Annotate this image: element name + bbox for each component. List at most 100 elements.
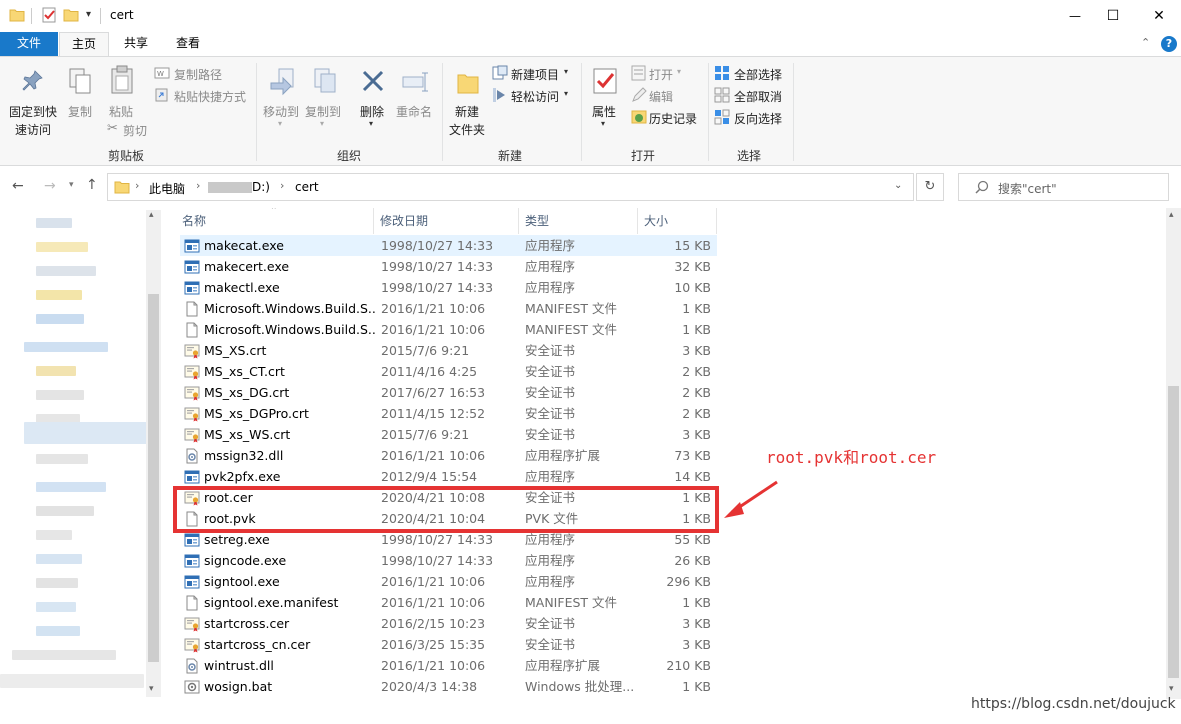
file-row[interactable]: Microsoft.Windows.Build.S... 2016/1/21 10… bbox=[180, 319, 717, 340]
column-divider[interactable] bbox=[716, 208, 717, 234]
scroll-down-icon[interactable]: ▾ bbox=[149, 684, 154, 694]
breadcrumb-this-pc[interactable]: 此电脑 bbox=[149, 180, 185, 197]
copy-to-button[interactable]: 复制到 ▾ bbox=[303, 61, 345, 139]
blurred-nav-item[interactable] bbox=[0, 674, 144, 688]
file-list-scrollbar[interactable]: ▴ ▾ bbox=[1166, 208, 1181, 699]
invert-selection-button[interactable]: 反向选择 bbox=[714, 109, 790, 127]
back-arrow-icon[interactable]: ← bbox=[12, 178, 24, 194]
up-arrow-icon[interactable]: ↑ bbox=[86, 177, 98, 193]
file-row[interactable]: makectl.exe 1998/10/27 14:33 应用程序 10 KB bbox=[180, 277, 717, 298]
navigation-pane[interactable]: ▴ ▾ bbox=[0, 208, 162, 699]
address-bar[interactable]: › 此电脑 › D:) › cert ⌄ bbox=[107, 173, 914, 201]
scroll-thumb[interactable] bbox=[148, 294, 159, 662]
blurred-nav-item[interactable] bbox=[12, 650, 116, 660]
file-type: 应用程序 bbox=[525, 280, 576, 295]
properties-quick-icon[interactable] bbox=[41, 7, 57, 23]
blurred-nav-item[interactable] bbox=[36, 266, 96, 276]
rename-button[interactable]: 重命名 bbox=[394, 61, 436, 139]
select-all-button[interactable]: 全部选择 bbox=[714, 65, 790, 83]
paste-button[interactable]: 粘贴 bbox=[104, 61, 140, 119]
column-header-name[interactable]: 名称 bbox=[176, 208, 372, 234]
blurred-nav-item[interactable] bbox=[24, 342, 108, 352]
blurred-nav-item[interactable] bbox=[36, 454, 88, 464]
file-row[interactable]: MS_xs_CT.crt 2011/4/16 4:25 安全证书 2 KB bbox=[180, 361, 717, 382]
blurred-nav-item[interactable] bbox=[36, 626, 80, 636]
easy-access-button[interactable]: 轻松访问 ▾ bbox=[492, 87, 578, 105]
tab-view[interactable]: 查看 bbox=[164, 32, 212, 56]
file-row[interactable]: mssign32.dll 2016/1/21 10:06 应用程序扩展 73 KB bbox=[180, 445, 717, 466]
properties-button[interactable]: 属性 ▾ bbox=[586, 61, 624, 139]
column-header-type[interactable]: 类型 bbox=[519, 208, 637, 234]
new-item-button[interactable]: 新建项目 ▾ bbox=[492, 65, 578, 83]
maximize-button[interactable]: ☐ bbox=[1090, 4, 1136, 28]
copy-path-button[interactable]: W 复制路径 bbox=[154, 65, 254, 83]
forward-arrow-icon[interactable]: → bbox=[44, 178, 56, 194]
blurred-nav-item[interactable] bbox=[36, 314, 84, 324]
paste-shortcut-button[interactable]: 粘贴快捷方式 bbox=[154, 87, 254, 105]
blurred-nav-item[interactable] bbox=[36, 506, 94, 516]
breadcrumb-cert[interactable]: cert bbox=[295, 180, 319, 194]
column-header-date[interactable]: 修改日期 bbox=[374, 208, 518, 234]
file-row[interactable]: MS_xs_WS.crt 2015/7/6 9:21 安全证书 3 KB bbox=[180, 424, 717, 445]
file-row[interactable]: signtool.exe.manifest 2016/1/21 10:06 MANI… bbox=[180, 592, 717, 613]
refresh-button[interactable]: ↻ bbox=[916, 173, 944, 201]
file-row[interactable]: startcross.cer 2016/2/15 10:23 安全证书 3 KB bbox=[180, 613, 717, 634]
file-row[interactable]: MS_xs_DG.crt 2017/6/27 16:53 安全证书 2 KB bbox=[180, 382, 717, 403]
blurred-nav-item[interactable] bbox=[36, 602, 76, 612]
file-row[interactable]: makecat.exe 1998/10/27 14:33 应用程序 15 KB bbox=[180, 235, 717, 256]
copy-button[interactable]: 复制 bbox=[63, 61, 97, 139]
file-row[interactable]: wosign.bat 2020/4/3 14:38 Windows 批处理... 1 … bbox=[180, 676, 717, 697]
file-row[interactable]: startcross_cn.cer 2016/3/25 15:35 安全证书 3 KB bbox=[180, 634, 717, 655]
file-type: 应用程序 bbox=[525, 553, 576, 568]
chevron-up-icon[interactable]: ⌃ bbox=[1141, 36, 1150, 49]
close-button[interactable]: ✕ bbox=[1136, 4, 1181, 28]
open-button[interactable]: 打开 ▾ bbox=[631, 65, 701, 83]
blurred-nav-item[interactable] bbox=[36, 218, 72, 228]
select-none-icon bbox=[714, 87, 730, 103]
blurred-nav-item[interactable] bbox=[24, 422, 148, 444]
tab-home[interactable]: 主页 bbox=[59, 32, 109, 57]
scroll-thumb[interactable] bbox=[1168, 386, 1179, 678]
file-row[interactable]: makecert.exe 1998/10/27 14:33 应用程序 32 KB bbox=[180, 256, 717, 277]
history-button[interactable]: 历史记录 bbox=[631, 109, 707, 127]
file-row[interactable]: pvk2pfx.exe 2012/9/4 15:54 应用程序 14 KB bbox=[180, 466, 717, 487]
blurred-nav-item[interactable] bbox=[36, 242, 88, 252]
file-row[interactable]: MS_XS.crt 2015/7/6 9:21 安全证书 3 KB bbox=[180, 340, 717, 361]
nav-pane-scrollbar[interactable]: ▴ ▾ bbox=[146, 210, 161, 697]
scroll-down-icon[interactable]: ▾ bbox=[1169, 684, 1174, 694]
file-row[interactable]: Microsoft.Windows.Build.S... 2016/1/21 10… bbox=[180, 298, 717, 319]
delete-button[interactable]: 删除 ▾ bbox=[356, 61, 390, 139]
new-folder-button[interactable]: 新建 文件夹 bbox=[447, 61, 491, 139]
pin-to-quick-access-button[interactable]: 固定到快 速访问 bbox=[4, 61, 62, 139]
file-row[interactable]: signtool.exe 2016/1/21 10:06 应用程序 296 KB bbox=[180, 571, 717, 592]
blurred-nav-item[interactable] bbox=[36, 482, 106, 492]
blurred-nav-item[interactable] bbox=[36, 554, 82, 564]
tab-file[interactable]: 文件 bbox=[0, 32, 58, 56]
file-row[interactable]: signcode.exe 1998/10/27 14:33 应用程序 26 KB bbox=[180, 550, 717, 571]
blurred-nav-item[interactable] bbox=[36, 578, 78, 588]
column-header-size[interactable]: 大小 bbox=[638, 208, 716, 234]
scroll-up-icon[interactable]: ▴ bbox=[149, 210, 154, 220]
file-row[interactable]: MS_xs_DGPro.crt 2011/4/15 12:52 安全证书 2 KB bbox=[180, 403, 717, 424]
blurred-nav-item[interactable] bbox=[36, 530, 72, 540]
scroll-up-icon[interactable]: ▴ bbox=[1169, 210, 1174, 220]
dll-icon bbox=[184, 658, 200, 674]
select-none-button[interactable]: 全部取消 bbox=[714, 87, 790, 105]
address-history-chevron-icon[interactable]: ⌄ bbox=[894, 180, 902, 191]
breadcrumb-drive[interactable]: D:) bbox=[252, 180, 270, 194]
search-box[interactable]: 搜索"cert" bbox=[958, 173, 1169, 201]
move-to-button[interactable]: 移动到 ▾ bbox=[261, 61, 303, 139]
tab-share[interactable]: 共享 bbox=[112, 32, 160, 56]
cut-button[interactable]: ✂ 剪切 bbox=[107, 121, 167, 139]
file-list[interactable]: ⌃ 名称 修改日期 类型 大小 makecat.exe 1998/10/27 14… bbox=[162, 208, 1166, 699]
recent-locations-chevron-icon[interactable]: ▾ bbox=[69, 180, 74, 190]
new-folder-quick-icon[interactable] bbox=[63, 8, 79, 22]
customize-quick-access-icon[interactable]: ▾ bbox=[86, 9, 91, 20]
help-icon[interactable]: ? bbox=[1161, 36, 1177, 52]
blurred-nav-item[interactable] bbox=[36, 290, 82, 300]
file-row[interactable]: wintrust.dll 2016/1/21 10:06 应用程序扩展 210 KB bbox=[180, 655, 717, 676]
file-type: Windows 批处理... bbox=[525, 679, 635, 694]
blurred-nav-item[interactable] bbox=[36, 390, 84, 400]
edit-button[interactable]: 编辑 bbox=[631, 87, 701, 105]
blurred-nav-item[interactable] bbox=[36, 366, 76, 376]
